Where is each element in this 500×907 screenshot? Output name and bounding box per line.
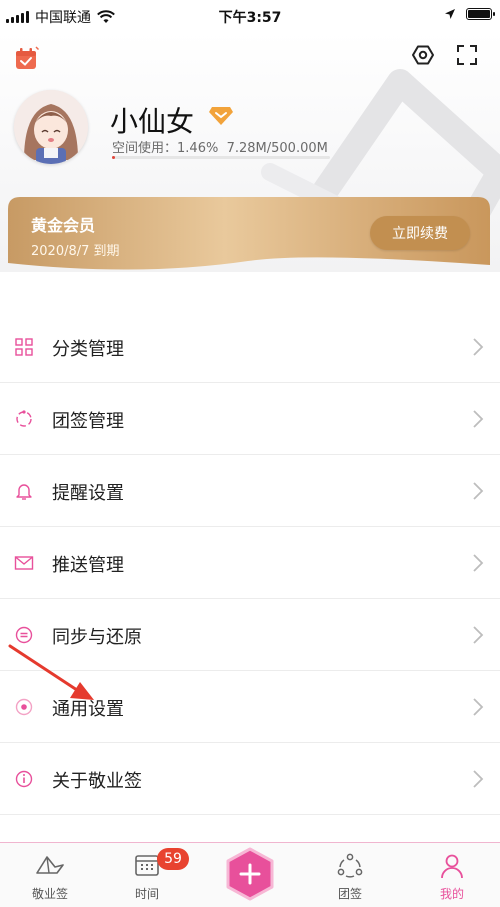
tab-mine[interactable]: 我的 — [402, 843, 500, 907]
checkin-calendar-icon[interactable] — [14, 46, 40, 72]
person-icon — [441, 854, 463, 879]
avatar-illustration — [14, 90, 88, 164]
tab-label: 敬业签 — [31, 887, 68, 901]
storage-percent: 1.46% — [177, 141, 219, 156]
chevron-right-icon — [473, 626, 484, 644]
category-grid-icon — [15, 338, 33, 356]
header-actions — [412, 44, 478, 66]
notes-icon — [36, 856, 64, 874]
tab-label: 时间 — [134, 887, 159, 901]
bell-icon — [16, 484, 32, 500]
annotation-arrow-icon — [8, 644, 94, 700]
status-bar: 中国联通 下午3:57 — [0, 0, 500, 32]
menu-item-label: 分类管理 — [52, 339, 124, 360]
menu-item-label: 提醒设置 — [52, 483, 124, 504]
menu-item-partial — [0, 815, 500, 843]
menu-item-reminder[interactable]: 提醒设置 — [0, 455, 500, 527]
menu-item-push[interactable]: 推送管理 — [0, 527, 500, 599]
location-arrow-icon — [445, 9, 455, 19]
scan-icon[interactable] — [456, 44, 478, 66]
storage-progress-bar — [112, 156, 330, 159]
chevron-right-icon — [473, 410, 484, 428]
tab-label: 我的 — [439, 887, 464, 901]
chevron-right-icon — [473, 554, 484, 572]
status-time: 下午3:57 — [218, 10, 282, 26]
storage-amount: 7.28M/500.00M — [226, 141, 328, 156]
renew-button[interactable]: 立即续费 — [370, 216, 470, 250]
menu-item-label: 推送管理 — [52, 555, 124, 576]
time-tab-badge: 59 — [157, 848, 189, 870]
envelope-icon — [14, 556, 34, 570]
menu-item-label: 团签管理 — [52, 411, 124, 432]
vip-diamond-icon — [209, 107, 233, 125]
username: 小仙女 — [110, 105, 195, 138]
team-circle-icon — [16, 410, 32, 427]
chevron-right-icon — [473, 698, 484, 716]
tab-team[interactable]: 团签 — [300, 843, 400, 907]
vip-title: 黄金会员 — [31, 216, 96, 235]
menu-item-category[interactable]: 分类管理 — [0, 311, 500, 383]
menu-item-label: 关于敬业签 — [52, 771, 142, 792]
chevron-right-icon — [473, 482, 484, 500]
vip-expire-date: 2020/8/7 到期 — [31, 244, 120, 259]
settings-hexagon-icon[interactable] — [412, 44, 434, 66]
storage-usage-text: 空间使用：1.46% 7.28M/500.00M — [112, 137, 328, 156]
info-icon — [15, 770, 33, 788]
menu-item-team[interactable]: 团签管理 — [0, 383, 500, 455]
tab-notes[interactable]: 敬业签 — [0, 843, 100, 907]
chevron-right-icon — [473, 338, 484, 356]
tab-label: 团签 — [337, 887, 362, 901]
storage-label: 空间使用： — [112, 141, 178, 156]
settings-menu: 分类管理 团签管理 提醒设置 推送管理 同步与还原 通用设置 关于敬业签 — [0, 311, 500, 843]
battery-icon — [466, 8, 495, 20]
add-note-button[interactable] — [225, 847, 275, 901]
storage-progress-fill — [112, 156, 116, 159]
avatar[interactable] — [14, 90, 88, 164]
team-icon — [337, 853, 363, 878]
status-right — [444, 8, 495, 20]
chevron-right-icon — [473, 770, 484, 788]
menu-item-about[interactable]: 关于敬业签 — [0, 743, 500, 815]
